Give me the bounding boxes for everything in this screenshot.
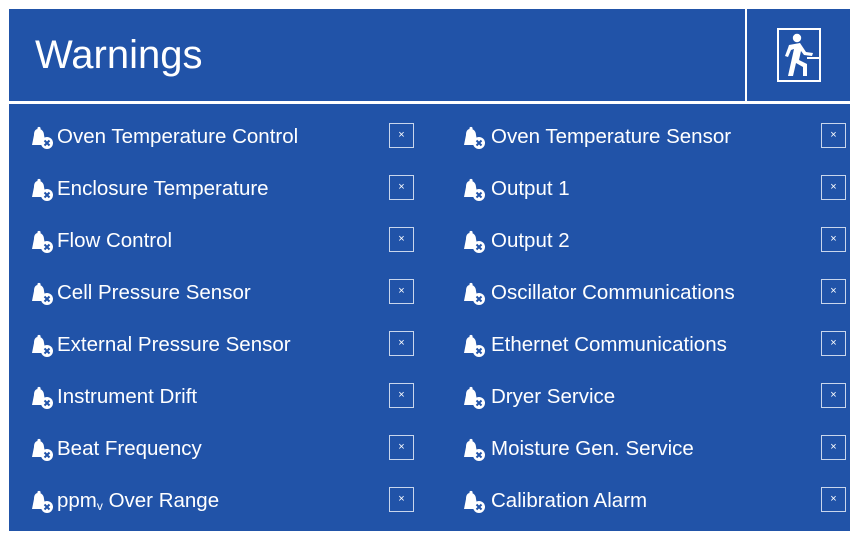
- warnings-left-column: Oven Temperature Control × Enclosure Tem…: [9, 118, 429, 534]
- warning-bell-icon: [464, 490, 485, 513]
- dismiss-button[interactable]: ×: [389, 227, 414, 252]
- warnings-right-column: Oven Temperature Sensor × Output 1 × Out…: [441, 118, 850, 534]
- dismiss-button[interactable]: ×: [821, 435, 846, 460]
- dismiss-button[interactable]: ×: [821, 123, 846, 148]
- warning-label: Cell Pressure Sensor: [57, 281, 251, 304]
- warning-label: Enclosure Temperature: [57, 177, 269, 200]
- dismiss-button[interactable]: ×: [821, 487, 846, 512]
- dismiss-button[interactable]: ×: [821, 383, 846, 408]
- dismiss-button[interactable]: ×: [389, 279, 414, 304]
- dismiss-button[interactable]: ×: [389, 331, 414, 356]
- dismiss-button[interactable]: ×: [821, 279, 846, 304]
- warning-row: Output 2 ×: [441, 222, 850, 274]
- warnings-panel: Warnings Oven Temperature Control × Encl…: [9, 9, 850, 531]
- warning-row: Cell Pressure Sensor ×: [9, 274, 429, 326]
- warning-bell-icon: [464, 178, 485, 201]
- warning-label: Instrument Drift: [57, 385, 198, 408]
- warning-bell-icon: [464, 334, 485, 357]
- warning-row: Calibration Alarm ×: [441, 482, 850, 534]
- warning-label-ppm-over-range: ppmv Over Range: [57, 488, 219, 519]
- warning-bell-icon: [32, 178, 53, 201]
- dismiss-button[interactable]: ×: [821, 227, 846, 252]
- warning-row: ppmv Over Range ×: [9, 482, 429, 534]
- dismiss-button[interactable]: ×: [389, 383, 414, 408]
- exit-button[interactable]: [745, 9, 850, 101]
- warning-row: External Pressure Sensor ×: [9, 326, 429, 378]
- label-rest: Over Range: [102, 489, 220, 512]
- warning-bell-icon: [464, 126, 485, 149]
- warning-label: Flow Control: [57, 229, 173, 252]
- warning-label: Oscillator Communications: [491, 281, 735, 304]
- warning-bell-icon: [32, 490, 53, 513]
- warning-label: External Pressure Sensor: [57, 333, 291, 356]
- dismiss-button[interactable]: ×: [389, 435, 414, 460]
- warning-bell-icon: [32, 438, 53, 461]
- warning-row: Oven Temperature Sensor ×: [441, 118, 850, 170]
- dismiss-button[interactable]: ×: [389, 175, 414, 200]
- warning-bell-icon: [32, 334, 53, 357]
- warning-row: Output 1 ×: [441, 170, 850, 222]
- warning-label: Calibration Alarm: [491, 489, 648, 512]
- emergency-exit-icon: [776, 28, 821, 82]
- label-main: ppm: [57, 489, 97, 512]
- warning-bell-icon: [464, 230, 485, 253]
- page-title: Warnings: [35, 33, 203, 77]
- warning-label: Output 1: [491, 177, 570, 200]
- warning-label: Beat Frequency: [57, 437, 202, 460]
- warning-bell-icon: [464, 438, 485, 461]
- header-divider: [9, 101, 850, 104]
- warning-row: Beat Frequency ×: [9, 430, 429, 482]
- warning-row: Flow Control ×: [9, 222, 429, 274]
- warning-bell-icon: [464, 386, 485, 409]
- warning-row: Instrument Drift ×: [9, 378, 429, 430]
- warning-bell-icon: [32, 126, 53, 149]
- warning-label: Output 2: [491, 229, 570, 252]
- dismiss-button[interactable]: ×: [389, 123, 414, 148]
- warning-label: Oven Temperature Control: [57, 125, 299, 148]
- dismiss-button[interactable]: ×: [389, 487, 414, 512]
- warning-label: Dryer Service: [491, 385, 616, 408]
- warning-bell-icon: [32, 230, 53, 253]
- warning-bell-icon: [464, 282, 485, 305]
- warning-row: Enclosure Temperature ×: [9, 170, 429, 222]
- warning-row: Ethernet Communications ×: [441, 326, 850, 378]
- warning-row: Moisture Gen. Service ×: [441, 430, 850, 482]
- dismiss-button[interactable]: ×: [821, 175, 846, 200]
- warning-bell-icon: [32, 386, 53, 409]
- header-bar: Warnings: [9, 9, 850, 101]
- dismiss-button[interactable]: ×: [821, 331, 846, 356]
- warning-row: Dryer Service ×: [441, 378, 850, 430]
- warning-label: Moisture Gen. Service: [491, 437, 694, 460]
- warning-label: Oven Temperature Sensor: [491, 125, 732, 148]
- warning-row: Oscillator Communications ×: [441, 274, 850, 326]
- warning-bell-icon: [32, 282, 53, 305]
- warning-row: Oven Temperature Control ×: [9, 118, 429, 170]
- warning-label: Ethernet Communications: [491, 333, 727, 356]
